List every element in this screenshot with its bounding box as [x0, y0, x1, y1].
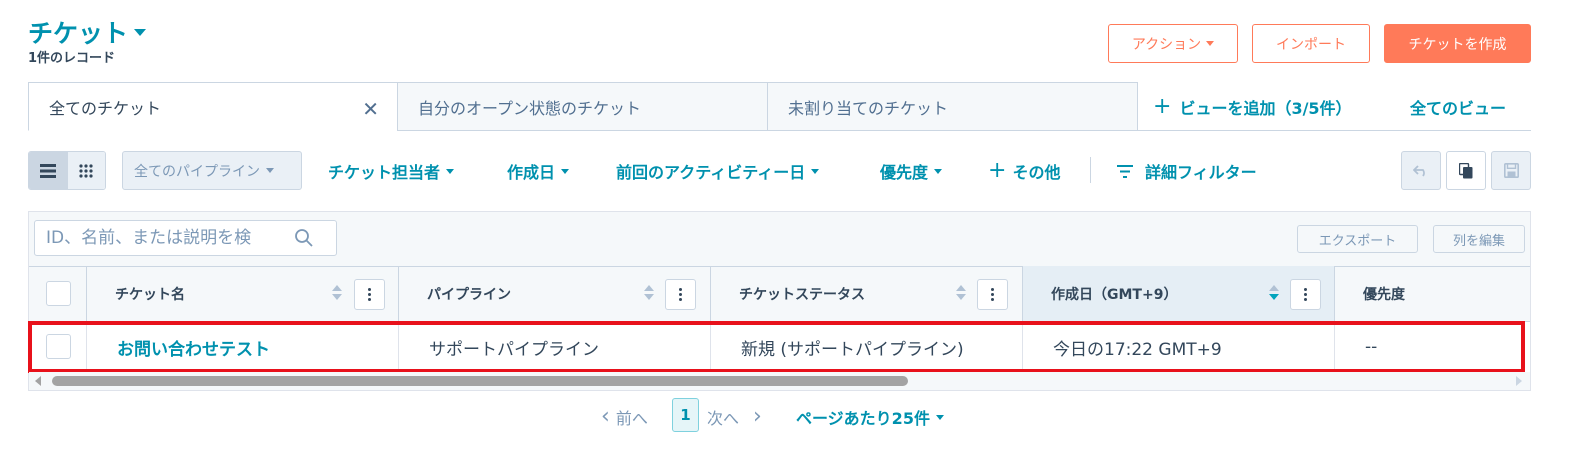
chevron-down-icon — [1206, 41, 1215, 46]
tab-unassigned-tickets[interactable]: 未割り当てのチケット — [767, 82, 1138, 131]
filter-label: 詳細フィルター — [1145, 163, 1257, 182]
record-count: 1件のレコード — [28, 51, 116, 66]
export-button[interactable]: エクスポート — [1297, 225, 1418, 253]
undo-icon — [1413, 164, 1425, 177]
chevron-left-icon: ‹ — [601, 404, 610, 429]
filter-priority[interactable]: 優先度 — [880, 159, 943, 183]
per-page-label: ページあたり25件 — [796, 409, 930, 428]
scroll-right-icon[interactable] — [1516, 376, 1522, 386]
ticket-pipeline-cell: サポートパイプライン — [398, 322, 710, 372]
next-page-label: 次へ — [707, 409, 740, 428]
filter-label: その他 — [1012, 163, 1061, 182]
page-title-text: チケット — [28, 19, 129, 48]
scroll-left-icon[interactable] — [35, 376, 41, 386]
search-input[interactable] — [46, 228, 290, 248]
plus-icon: + — [1153, 94, 1172, 119]
actions-button-label: アクション — [1131, 36, 1202, 53]
tab-label: 全てのチケット — [49, 98, 162, 118]
pipeline-select-value: 全てのパイプライン — [134, 163, 260, 180]
sort-icon[interactable] — [332, 285, 342, 300]
add-view-label: ビューを追加（3/5件） — [1179, 99, 1352, 118]
sort-icon[interactable] — [956, 285, 966, 300]
column-header-label: チケット名 — [115, 287, 185, 303]
column-header-ticket-name[interactable]: チケット名 — [86, 266, 398, 322]
tab-label: 未割り当てのチケット — [788, 98, 949, 118]
page-title[interactable]: チケット — [28, 14, 147, 50]
filter-ticket-owner[interactable]: チケット担当者 — [328, 159, 455, 183]
column-menu-icon[interactable] — [354, 279, 385, 310]
view-mode-toggle — [28, 151, 106, 190]
column-header-label: パイプライン — [427, 287, 511, 303]
column-header-label: 作成日（GMT+9） — [1051, 287, 1178, 303]
list-icon — [39, 163, 56, 178]
list-view-button[interactable] — [29, 152, 67, 189]
all-views-link[interactable]: 全てのビュー — [1410, 95, 1506, 119]
add-view-button[interactable]: + ビューを追加（3/5件） — [1153, 95, 1352, 119]
copy-icon — [1459, 162, 1473, 178]
plus-icon: + — [988, 158, 1007, 183]
column-header-created-date[interactable]: 作成日（GMT+9） — [1022, 266, 1334, 322]
save-icon — [1503, 163, 1519, 178]
undo-button[interactable] — [1401, 151, 1441, 190]
scrollbar-thumb[interactable] — [52, 376, 908, 386]
filter-divider — [1090, 157, 1091, 183]
filter-label: 作成日 — [507, 163, 556, 182]
filter-more[interactable]: + その他 — [988, 159, 1060, 183]
tab-label: 自分のオープン状態のチケット — [418, 98, 642, 118]
ticket-status-cell: 新規 (サポートパイプライン) — [710, 322, 1022, 372]
create-ticket-button[interactable]: チケットを作成 — [1384, 24, 1531, 63]
ticket-name-link[interactable]: お問い合わせテスト — [86, 322, 398, 372]
advanced-filters-button[interactable]: 詳細フィルター — [1117, 159, 1257, 183]
search-box — [34, 220, 337, 256]
column-header-label: チケットステータス — [739, 287, 865, 303]
column-menu-icon[interactable] — [977, 279, 1008, 310]
chevron-down-icon — [811, 168, 820, 174]
board-view-button[interactable] — [66, 152, 105, 189]
filter-label: 優先度 — [880, 163, 929, 182]
filter-label: チケット担当者 — [328, 163, 441, 182]
column-header-label: 優先度 — [1363, 287, 1405, 303]
sort-icon[interactable] — [644, 285, 654, 300]
import-button[interactable]: インポート — [1252, 24, 1370, 63]
tab-all-tickets[interactable]: 全てのチケット ✕ — [28, 82, 398, 131]
edit-columns-button[interactable]: 列を編集 — [1433, 225, 1525, 253]
prev-page-button[interactable]: ‹ 前へ — [601, 405, 648, 429]
chevron-down-icon — [134, 28, 147, 36]
next-page-button[interactable]: 次へ › — [707, 405, 762, 429]
column-header-ticket-status[interactable]: チケットステータス — [710, 266, 1022, 322]
row-checkbox[interactable] — [46, 334, 71, 359]
per-page-select[interactable]: ページあたり25件 — [796, 405, 944, 429]
chevron-down-icon — [934, 168, 943, 174]
column-header-priority[interactable]: 優先度 — [1334, 266, 1530, 322]
filter-created-date[interactable]: 作成日 — [507, 159, 570, 183]
filter-label: 前回のアクティビティー日 — [616, 163, 806, 182]
page-number-button[interactable]: 1 — [672, 398, 699, 432]
filter-icon — [1117, 164, 1133, 178]
chevron-down-icon — [561, 168, 570, 174]
pipeline-select[interactable]: 全てのパイプライン — [122, 151, 302, 190]
save-view-button[interactable] — [1491, 151, 1531, 190]
prev-page-label: 前へ — [615, 409, 648, 428]
tab-my-open-tickets[interactable]: 自分のオープン状態のチケット — [397, 82, 768, 131]
grid-icon — [79, 163, 93, 178]
select-all-checkbox[interactable] — [46, 281, 71, 306]
chevron-down-icon — [935, 414, 944, 420]
ticket-created-cell: 今日の17:22 GMT+9 — [1022, 322, 1334, 372]
filter-last-activity[interactable]: 前回のアクティビティー日 — [616, 159, 820, 183]
ticket-priority-cell: -- — [1334, 322, 1525, 372]
close-icon[interactable]: ✕ — [362, 97, 379, 121]
column-header-pipeline[interactable]: パイプライン — [398, 266, 710, 322]
sort-icon[interactable] — [1269, 285, 1279, 300]
chevron-right-icon: › — [753, 404, 762, 429]
chevron-down-icon — [446, 168, 455, 174]
column-menu-icon[interactable] — [665, 279, 696, 310]
search-icon[interactable] — [294, 228, 314, 248]
chevron-down-icon — [266, 168, 274, 173]
actions-button[interactable]: アクション — [1108, 24, 1238, 63]
column-menu-icon[interactable] — [1290, 279, 1321, 310]
duplicate-view-button[interactable] — [1446, 151, 1486, 190]
